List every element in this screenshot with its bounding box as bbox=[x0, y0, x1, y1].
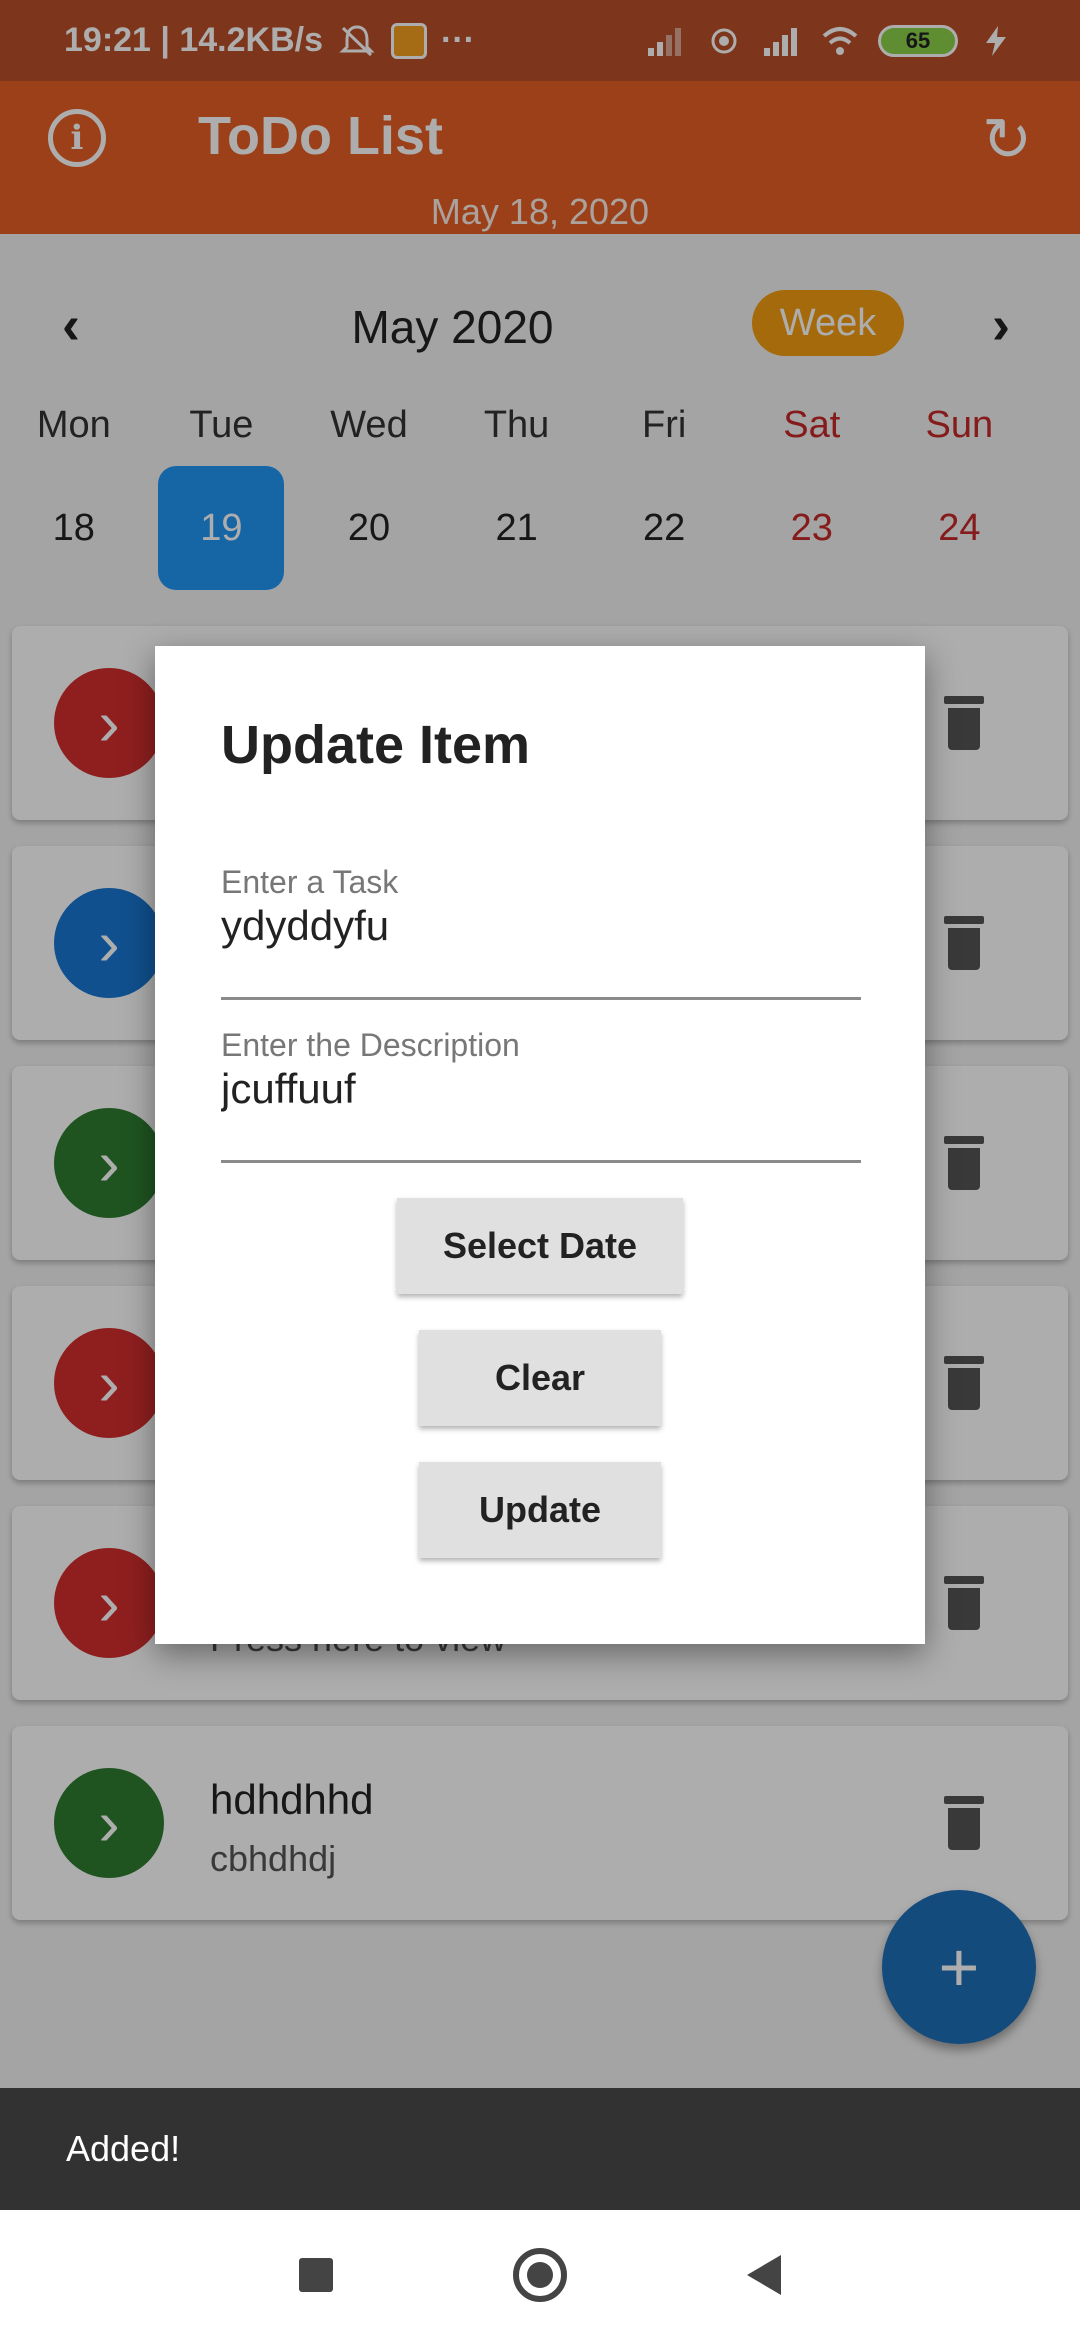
snackbar-message: Added! bbox=[66, 2128, 181, 2169]
description-field-label: Enter the Description bbox=[221, 1027, 520, 1063]
back-icon[interactable] bbox=[747, 2255, 781, 2295]
task-field: Enter a Task bbox=[221, 864, 861, 1000]
snackbar: Added! bbox=[0, 2088, 1080, 2210]
update-item-dialog: Update Item Enter a Task Enter the Descr… bbox=[155, 646, 925, 1644]
update-button[interactable]: Update bbox=[419, 1462, 661, 1558]
description-field: Enter the Description bbox=[221, 1027, 861, 1163]
task-input[interactable] bbox=[221, 902, 861, 950]
task-field-label: Enter a Task bbox=[221, 864, 399, 900]
recents-icon[interactable] bbox=[299, 2258, 333, 2292]
select-date-button[interactable]: Select Date bbox=[397, 1198, 683, 1294]
dialog-title: Update Item bbox=[221, 715, 531, 775]
description-input[interactable] bbox=[221, 1065, 861, 1113]
clear-button[interactable]: Clear bbox=[419, 1330, 661, 1426]
system-nav-bar bbox=[0, 2210, 1080, 2340]
home-icon[interactable] bbox=[513, 2248, 567, 2302]
